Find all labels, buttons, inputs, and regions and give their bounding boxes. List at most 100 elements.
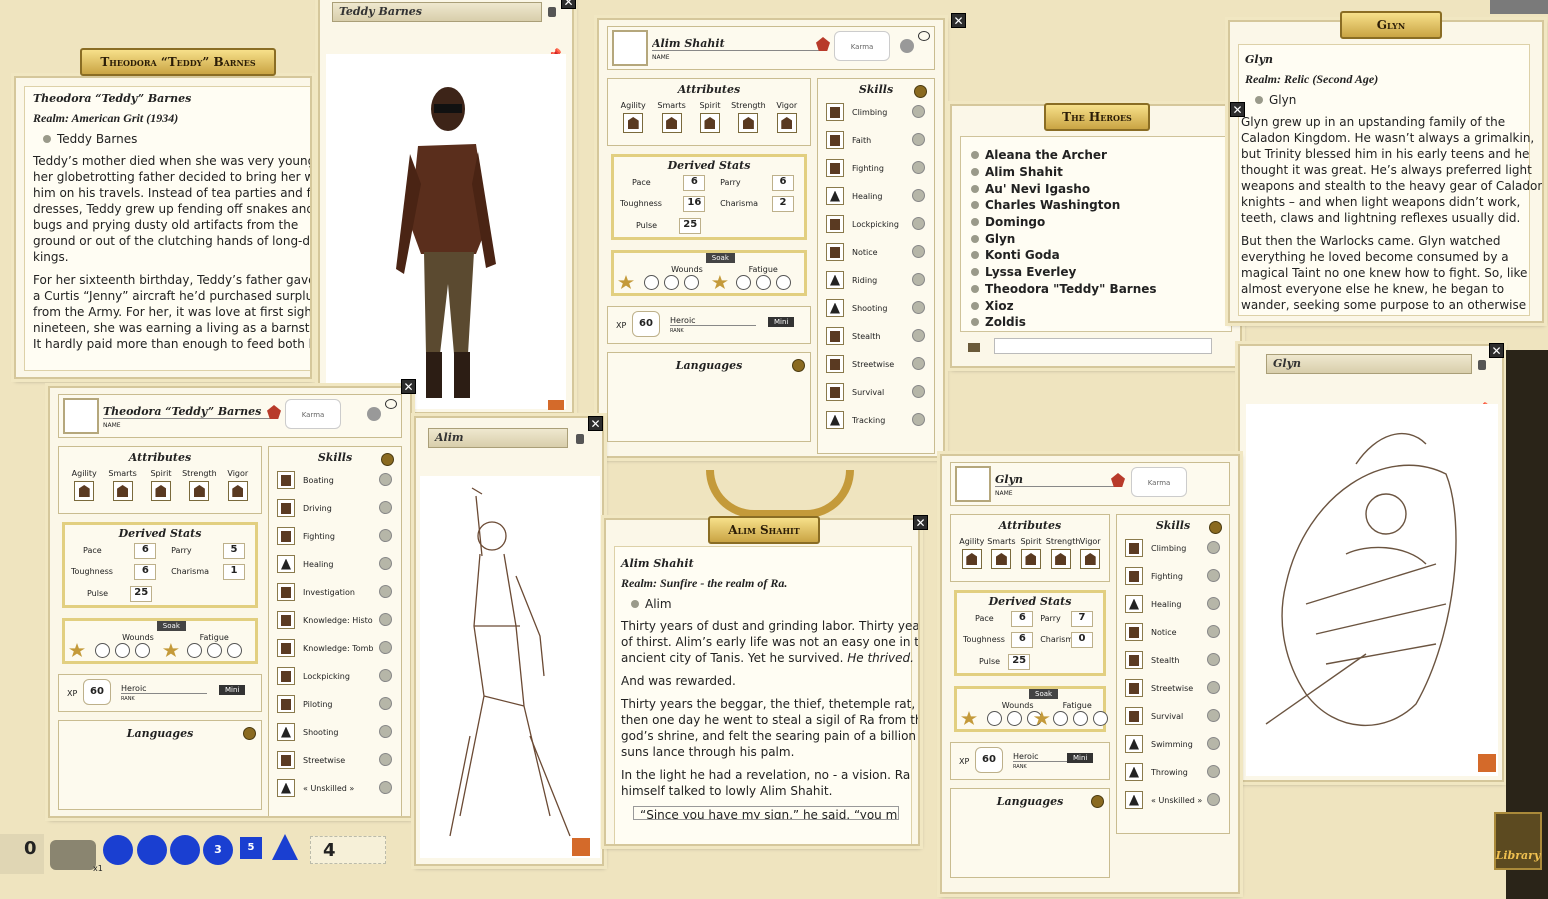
character-name-field[interactable]: Glyn	[995, 473, 1115, 487]
skill-die[interactable]	[826, 243, 844, 261]
skill-die[interactable]	[1125, 623, 1143, 641]
skill-toggle[interactable]	[379, 697, 392, 710]
skill-row[interactable]: Throwing	[1125, 763, 1211, 781]
skill-toggle[interactable]	[379, 585, 392, 598]
skill-row[interactable]: Notice	[1125, 623, 1211, 641]
close-icon[interactable]: ✕	[588, 416, 603, 431]
skill-die[interactable]	[277, 779, 295, 797]
hero-list-item[interactable]: Lyssa Everley	[971, 264, 1231, 281]
skill-die[interactable]	[1125, 735, 1143, 753]
skill-die[interactable]	[1125, 567, 1143, 585]
edit-icon[interactable]	[1091, 795, 1104, 808]
attribute-die[interactable]	[1021, 549, 1041, 569]
teddy-image-window[interactable]: Teddy Barnes 📌	[318, 0, 574, 414]
heroes-banner[interactable]: The Heroes	[1044, 103, 1150, 131]
hero-list-item[interactable]: Theodora "Teddy" Barnes	[971, 281, 1231, 298]
xp-value[interactable]: 60	[632, 311, 660, 337]
mini-button[interactable]: Mini	[768, 317, 794, 327]
skill-row[interactable]: « Unskilled »	[1125, 791, 1211, 809]
search-input[interactable]	[994, 338, 1212, 354]
d12-die[interactable]: 5	[240, 837, 262, 859]
skill-row[interactable]: Climbing	[826, 103, 916, 121]
skill-die[interactable]	[826, 159, 844, 177]
mini-button[interactable]: Mini	[1067, 753, 1093, 763]
edit-icon[interactable]	[792, 359, 805, 372]
image-name-field[interactable]: Teddy Barnes	[332, 2, 542, 22]
skill-toggle[interactable]	[912, 217, 925, 230]
attribute-die[interactable]	[962, 549, 982, 569]
skill-row[interactable]: Boating	[277, 471, 383, 489]
skill-row[interactable]: Survival	[1125, 707, 1211, 725]
teddy-story-window[interactable]: Theodora “Teddy” Barnes Realm: American …	[14, 76, 312, 379]
modifier-box[interactable]: 0	[0, 834, 44, 874]
stat-value-parry[interactable]: 5	[223, 543, 245, 559]
stat-value-parry[interactable]: 7	[1071, 611, 1093, 627]
attribute-die[interactable]	[151, 481, 171, 501]
close-icon[interactable]: ✕	[561, 0, 576, 9]
stat-value-pulse[interactable]: 25	[130, 586, 152, 602]
attribute-agility[interactable]: Agility	[65, 469, 103, 501]
counter-box[interactable]: 4	[310, 836, 386, 864]
fatigue-box[interactable]	[1073, 711, 1088, 726]
d4-die[interactable]	[103, 835, 133, 865]
skill-die[interactable]	[1125, 707, 1143, 725]
skill-row[interactable]: Lockpicking	[826, 215, 916, 233]
fatigue-box[interactable]	[776, 275, 791, 290]
attribute-spirit[interactable]: Spirit	[691, 101, 729, 133]
alim-sheet-window[interactable]: Alim ShahitNAMEKarmaAttributesAgilitySma…	[597, 18, 945, 458]
heroes-window[interactable]: Aleana the ArcherAlim ShahitAu' Nevi Iga…	[950, 104, 1242, 368]
skill-die[interactable]	[826, 271, 844, 289]
glyn-story-window[interactable]: Glyn Realm: Relic (Second Age) Glyn Glyn…	[1228, 20, 1544, 323]
skill-row[interactable]: Healing	[1125, 595, 1211, 613]
xp-value[interactable]: 60	[975, 747, 1003, 773]
lock-icon[interactable]	[1478, 360, 1486, 370]
edit-icon[interactable]	[381, 453, 394, 466]
skill-toggle[interactable]	[912, 273, 925, 286]
skill-die[interactable]	[826, 355, 844, 373]
expand-icon[interactable]	[548, 400, 564, 410]
fatigue-box[interactable]	[207, 643, 222, 658]
skill-toggle[interactable]	[912, 329, 925, 342]
skill-die[interactable]	[826, 103, 844, 121]
stat-value-parry[interactable]: 6	[772, 175, 794, 191]
skill-toggle[interactable]	[379, 753, 392, 766]
skill-die[interactable]	[277, 583, 295, 601]
karma-field[interactable]: Karma	[1131, 467, 1187, 497]
skill-row[interactable]: Notice	[826, 243, 916, 261]
attribute-smarts[interactable]: Smarts	[103, 469, 141, 501]
soak-button[interactable]: Soak	[1029, 689, 1058, 699]
skill-die[interactable]	[277, 695, 295, 713]
skill-toggle[interactable]	[912, 245, 925, 258]
hero-list-item[interactable]: Glyn	[971, 230, 1231, 247]
hero-list-item[interactable]: Au' Nevi Igasho	[971, 180, 1231, 197]
skill-row[interactable]: « Unskilled »	[277, 779, 383, 797]
skill-toggle[interactable]	[1207, 709, 1220, 722]
skill-row[interactable]: Piloting	[277, 695, 383, 713]
attribute-strength[interactable]: Strength	[1046, 537, 1076, 569]
character-name-field[interactable]: Alim Shahit	[652, 37, 820, 51]
edit-icon[interactable]	[1209, 521, 1222, 534]
skill-toggle[interactable]	[1207, 597, 1220, 610]
skill-toggle[interactable]	[379, 669, 392, 682]
d20-die[interactable]	[272, 834, 298, 860]
fatigue-box[interactable]	[1093, 711, 1108, 726]
portrait-thumbnail[interactable]	[63, 398, 99, 434]
skill-toggle[interactable]	[379, 473, 392, 486]
glyn-sheet-window[interactable]: GlynNAMEKarmaAttributesAgilitySmartsSpir…	[940, 454, 1240, 894]
lock-icon[interactable]	[576, 434, 584, 444]
stat-value-charisma[interactable]: 0	[1071, 632, 1093, 648]
hero-list-item[interactable]: Xioz	[971, 297, 1231, 314]
skill-row[interactable]: Tracking	[826, 411, 916, 429]
wound-box[interactable]	[644, 275, 659, 290]
attribute-die[interactable]	[228, 481, 248, 501]
skill-row[interactable]: Healing	[277, 555, 383, 573]
skill-die[interactable]	[277, 499, 295, 517]
skill-toggle[interactable]	[912, 301, 925, 314]
attribute-die[interactable]	[991, 549, 1011, 569]
skill-toggle[interactable]	[912, 189, 925, 202]
hero-list-item[interactable]: Konti Goda	[971, 247, 1231, 264]
close-icon[interactable]: ✕	[401, 379, 416, 394]
option-icon[interactable]	[900, 39, 914, 53]
skill-toggle[interactable]	[1207, 625, 1220, 638]
skill-die[interactable]	[826, 299, 844, 317]
